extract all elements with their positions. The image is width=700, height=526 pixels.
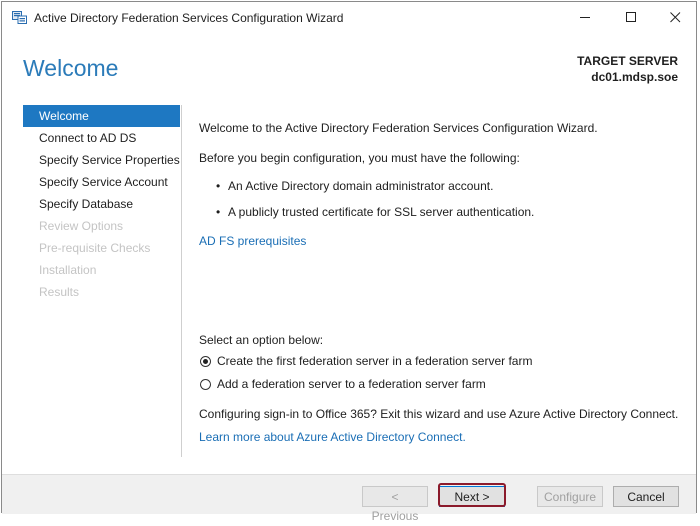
nav-step-welcome[interactable]: Welcome (23, 105, 180, 127)
option-add-federation-server[interactable]: Add a federation server to a federation … (200, 377, 486, 391)
radio-button-checked[interactable] (200, 355, 211, 367)
option-heading: Select an option below: (199, 333, 324, 347)
azure-ad-connect-link[interactable]: Learn more about Azure Active Directory … (199, 430, 466, 444)
bullet-admin-account: An Active Directory domain administrator… (228, 179, 494, 193)
nav-step-service-properties[interactable]: Specify Service Properties (23, 149, 180, 171)
nav-step-connect-ad-ds[interactable]: Connect to AD DS (23, 127, 180, 149)
adfs-prerequisites-link[interactable]: AD FS prerequisites (199, 234, 306, 248)
next-button-highlight (438, 483, 506, 507)
target-server-label: TARGET SERVER (577, 54, 678, 68)
maximize-icon[interactable] (608, 2, 654, 33)
wizard-window: Active Directory Federation Services Con… (1, 1, 697, 523)
wizard-steps-nav: Welcome Connect to AD DS Specify Service… (23, 105, 180, 303)
cancel-button[interactable]: Cancel (613, 486, 679, 507)
page-title: Welcome (23, 55, 119, 81)
nav-step-installation: Installation (39, 263, 97, 277)
radio-button-unchecked[interactable] (200, 378, 211, 390)
intro-text: Welcome to the Active Directory Federati… (199, 121, 598, 135)
close-icon[interactable] (652, 2, 698, 33)
office365-text: Configuring sign-in to Office 365? Exit … (199, 407, 679, 421)
nav-step-database[interactable]: Specify Database (23, 193, 180, 215)
nav-step-prerequisite-checks: Pre-requisite Checks (39, 241, 151, 255)
option-create-first-server-label: Create the first federation server in a … (217, 354, 533, 368)
nav-step-service-account[interactable]: Specify Service Account (23, 171, 180, 193)
configure-button[interactable]: Configure (537, 486, 603, 507)
prereq-heading: Before you begin configuration, you must… (199, 151, 520, 165)
option-add-federation-server-label: Add a federation server to a federation … (217, 377, 486, 391)
minimize-icon[interactable] (562, 2, 608, 33)
previous-button[interactable]: < Previous (362, 486, 428, 523)
nav-step-results: Results (39, 285, 80, 299)
bullet-marker: • (216, 179, 221, 193)
bullet-marker: • (216, 205, 221, 219)
option-create-first-server[interactable]: Create the first federation server in a … (200, 354, 532, 368)
window-title: Active Directory Federation Services Con… (34, 11, 344, 25)
adfs-server-icon (12, 11, 27, 24)
bullet-ssl-certificate: A publicly trusted certificate for SSL s… (228, 205, 535, 219)
nav-step-review-options: Review Options (39, 219, 124, 233)
title-bar[interactable]: Active Directory Federation Services Con… (2, 2, 696, 33)
nav-divider (181, 105, 182, 457)
target-server-name: dc01.mdsp.soe (591, 70, 678, 84)
